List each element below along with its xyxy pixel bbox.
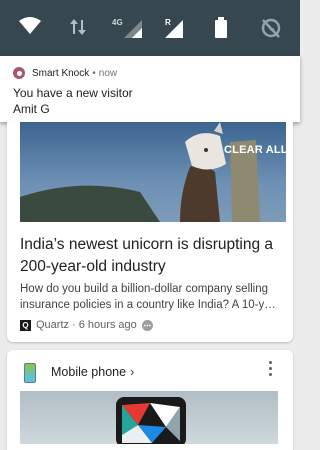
news-separator: ·: [72, 319, 76, 331]
news-source[interactable]: Quartz: [36, 319, 69, 331]
roaming-label: R: [165, 18, 171, 27]
battery-icon[interactable]: [214, 16, 242, 40]
data-transfer-icon[interactable]: [68, 16, 96, 40]
news-time: 6 hours ago: [78, 319, 137, 331]
notification-time: now: [98, 67, 118, 79]
more-options-icon[interactable]: [141, 319, 153, 331]
mobile-phone-icon: [24, 363, 36, 383]
signal-4g-icon[interactable]: 4G: [112, 16, 142, 40]
notification-title: You have a new visitor: [13, 86, 133, 100]
location-off-icon[interactable]: [260, 16, 288, 40]
notification-card[interactable]: Smart Knock • now You have a new visitor…: [0, 56, 300, 122]
notification-header: Smart Knock • now: [13, 66, 117, 80]
network-type-label: 4G: [112, 18, 123, 27]
mobile-phone-title[interactable]: Mobile phone: [51, 365, 126, 379]
wifi-icon[interactable]: [18, 16, 46, 40]
quick-settings-bar: 4G R: [0, 0, 300, 56]
notification-separator: •: [92, 67, 96, 79]
notification-text: Amit G: [13, 102, 50, 116]
clear-all-button[interactable]: CLEAR ALL: [224, 144, 288, 156]
overflow-menu-icon[interactable]: [268, 361, 274, 381]
quartz-logo-icon: Q: [20, 319, 31, 331]
notification-app-name: Smart Knock: [32, 67, 90, 79]
smart-knock-app-icon: [13, 67, 25, 79]
mobile-phone-image[interactable]: [20, 391, 278, 444]
chevron-right-icon[interactable]: ›: [130, 364, 134, 379]
news-headline[interactable]: India’s newest unicorn is disrupting a 2…: [20, 234, 280, 278]
news-summary: How do you build a billion-dollar compan…: [20, 283, 276, 311]
signal-roaming-icon[interactable]: R: [163, 16, 191, 40]
news-source-row: Q Quartz · 6 hours ago: [20, 318, 153, 332]
news-article-image[interactable]: [20, 122, 286, 222]
